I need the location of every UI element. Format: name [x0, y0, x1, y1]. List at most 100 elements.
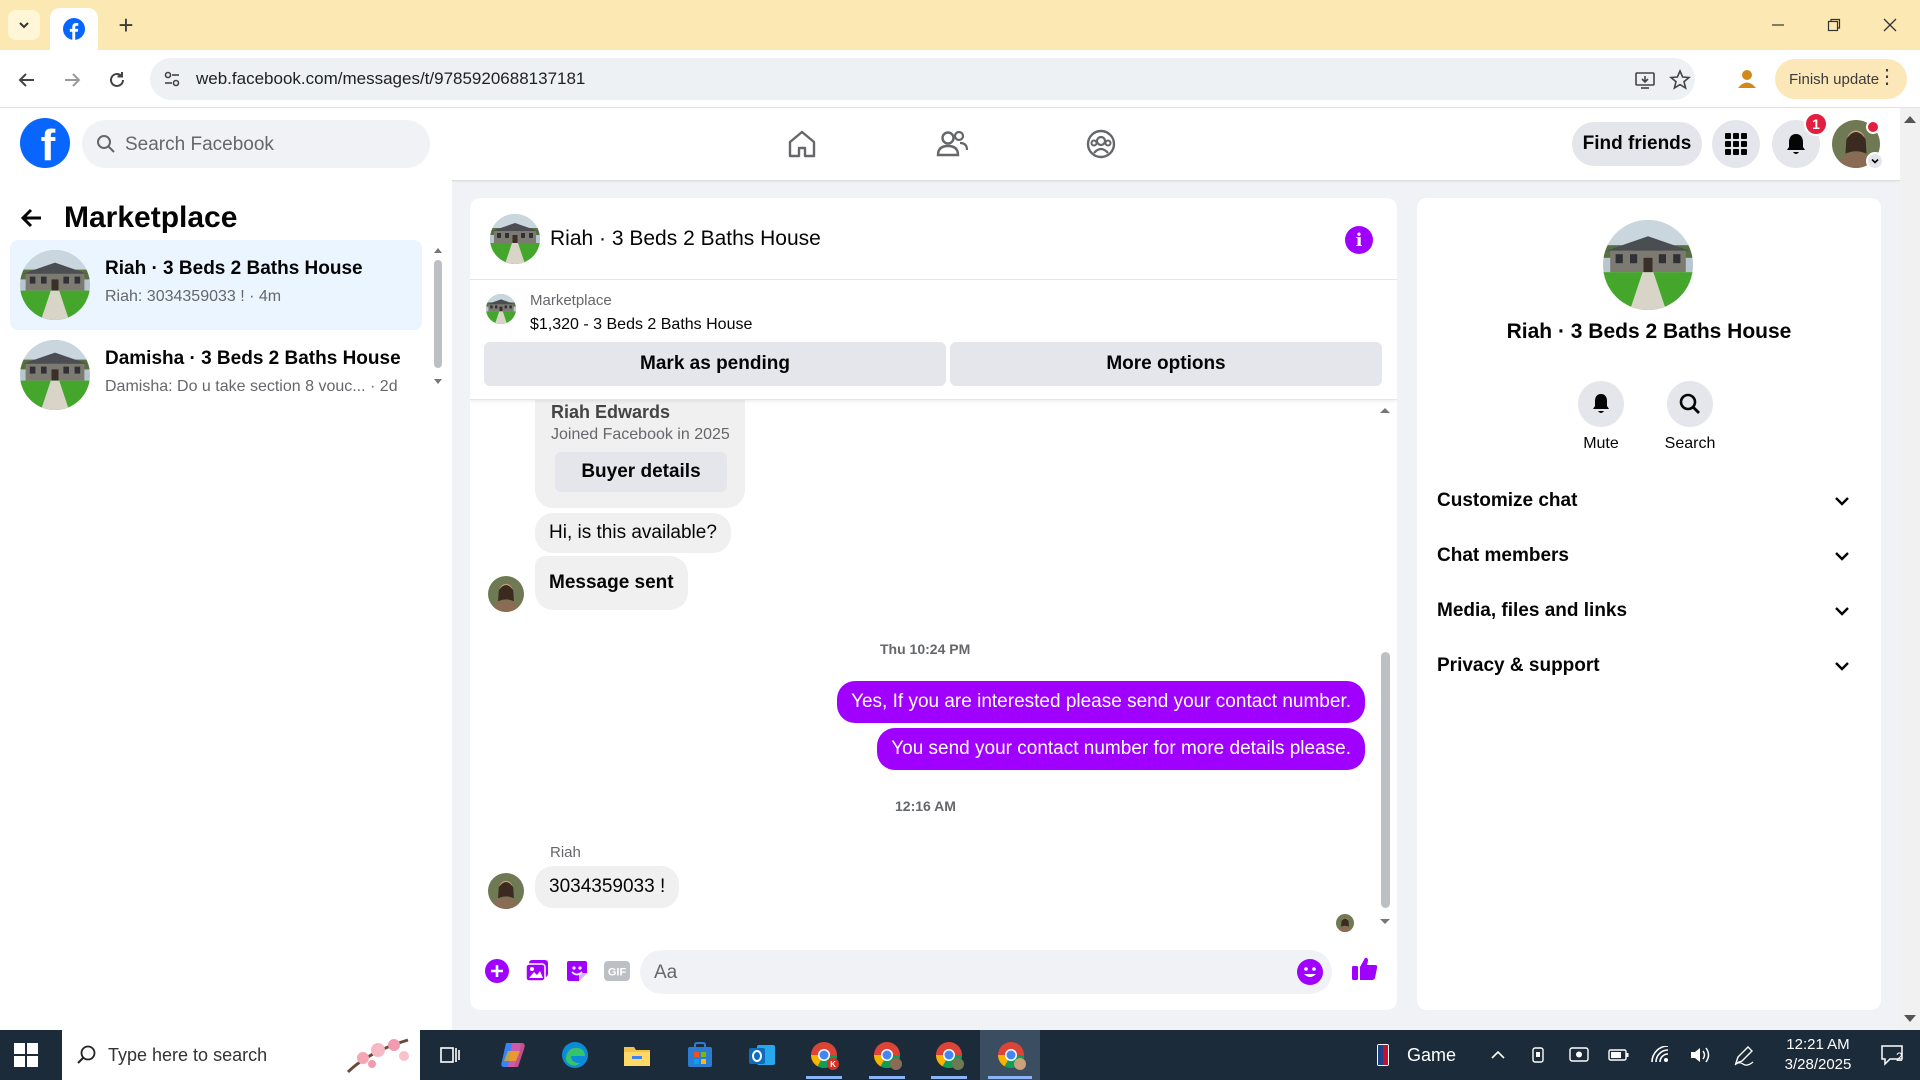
- meet-now-icon[interactable]: [1528, 1044, 1550, 1066]
- chat-members-row[interactable]: Chat members: [1437, 536, 1861, 576]
- gif-icon[interactable]: GIF: [602, 956, 632, 986]
- listing-thumbnail[interactable]: [486, 294, 516, 324]
- conversation-list-scrollbar[interactable]: [434, 246, 442, 386]
- bookmark-star-icon[interactable]: [1668, 68, 1692, 92]
- facebook-header: f Search Facebook Find friends: [0, 108, 1900, 180]
- outlook-icon[interactable]: [742, 1038, 782, 1072]
- scroll-up-icon[interactable]: [1379, 406, 1391, 414]
- info-icon[interactable]: i: [1345, 226, 1373, 254]
- customize-chat-row[interactable]: Customize chat: [1437, 481, 1861, 521]
- outgoing-message[interactable]: Yes, If you are interested please send y…: [837, 681, 1365, 723]
- chrome-profile-k-icon[interactable]: K: [804, 1038, 844, 1072]
- chat-listing-avatar[interactable]: [490, 214, 540, 264]
- back-button[interactable]: [10, 63, 44, 97]
- scroll-down-icon[interactable]: [1379, 918, 1391, 926]
- microsoft-store-icon[interactable]: [680, 1038, 720, 1072]
- back-arrow-icon[interactable]: [20, 206, 44, 230]
- listing-avatar[interactable]: [1603, 220, 1693, 310]
- chrome-profile-2-icon[interactable]: [867, 1038, 907, 1072]
- conversation-title: Damisha · 3 Beds 2 Baths House: [105, 348, 401, 369]
- sticker-icon[interactable]: [562, 956, 592, 986]
- restore-button[interactable]: [1806, 0, 1862, 50]
- incoming-message[interactable]: Message sent: [535, 556, 688, 610]
- sender-avatar[interactable]: [488, 873, 524, 909]
- tab-search-button[interactable]: [8, 10, 40, 40]
- incoming-message[interactable]: 3034359033 !: [535, 866, 680, 908]
- message-composer: GIF Aa: [470, 938, 1397, 1010]
- more-options-button[interactable]: More options: [950, 342, 1382, 386]
- windows-taskbar: Type here to search K Game 12:21 AM 3/28…: [0, 1030, 1920, 1080]
- listing-price-title[interactable]: $1,320 - 3 Beds 2 Baths House: [530, 316, 752, 334]
- address-bar[interactable]: web.facebook.com/messages/t/978592068813…: [150, 58, 1695, 100]
- edge-browser-icon[interactable]: [555, 1038, 595, 1072]
- scrollbar-thumb[interactable]: [1381, 652, 1390, 908]
- listing-thumbnail: [20, 340, 90, 410]
- finish-update-button[interactable]: Finish update ⋮: [1775, 59, 1907, 99]
- browser-tab-facebook[interactable]: [50, 8, 98, 50]
- grid-menu-icon: [1725, 133, 1747, 155]
- windows-start-button[interactable]: [14, 1043, 38, 1067]
- chat-header: Riah · 3 Beds 2 Baths House i: [470, 198, 1397, 280]
- mark-as-pending-button[interactable]: Mark as pending: [484, 342, 946, 386]
- home-nav-button[interactable]: [782, 124, 822, 164]
- search-action[interactable]: Search: [1655, 381, 1725, 453]
- mute-action[interactable]: Mute: [1566, 381, 1636, 453]
- scroll-up-icon[interactable]: [433, 246, 443, 254]
- browser-profile-icon[interactable]: [1730, 62, 1764, 96]
- file-explorer-icon[interactable]: [617, 1038, 657, 1072]
- new-tab-button[interactable]: +: [110, 10, 142, 40]
- reload-button[interactable]: [100, 63, 134, 97]
- scroll-up-icon[interactable]: [1903, 114, 1917, 124]
- chrome-active-icon[interactable]: [991, 1038, 1031, 1072]
- volume-icon[interactable]: [1689, 1044, 1711, 1066]
- game-widget-label[interactable]: Game: [1407, 1045, 1456, 1066]
- sender-avatar[interactable]: [488, 576, 524, 612]
- row-label: Privacy & support: [1437, 655, 1600, 676]
- copilot-icon[interactable]: [493, 1038, 533, 1072]
- conversation-item[interactable]: Damisha · 3 Beds 2 Baths House Damisha: …: [10, 330, 422, 420]
- photo-attach-icon[interactable]: [522, 956, 552, 986]
- conversation-item[interactable]: Riah · 3 Beds 2 Baths House Riah: 303435…: [10, 240, 422, 330]
- scroll-down-icon[interactable]: [433, 378, 443, 386]
- minimize-button[interactable]: [1750, 0, 1806, 50]
- friends-nav-button[interactable]: [932, 124, 972, 164]
- site-settings-icon[interactable]: [160, 67, 184, 91]
- taskbar-search-box[interactable]: Type here to search: [62, 1030, 420, 1080]
- chat-title[interactable]: Riah · 3 Beds 2 Baths House: [550, 227, 821, 251]
- privacy-support-row[interactable]: Privacy & support: [1437, 646, 1861, 686]
- system-clock[interactable]: 12:21 AM 3/28/2025: [1768, 1035, 1868, 1075]
- scrollbar-thumb[interactable]: [434, 260, 442, 368]
- page-scrollbar[interactable]: [1900, 108, 1920, 1030]
- show-hidden-icons-chevron[interactable]: [1487, 1044, 1509, 1066]
- media-files-links-row[interactable]: Media, files and links: [1437, 591, 1861, 631]
- facebook-logo[interactable]: f: [20, 118, 70, 168]
- chrome-profile-3-icon[interactable]: [929, 1038, 969, 1072]
- notification-center-icon[interactable]: 2: [1876, 1044, 1908, 1066]
- like-thumb-icon[interactable]: [1350, 954, 1380, 984]
- task-view-icon[interactable]: [430, 1038, 470, 1072]
- groups-nav-button[interactable]: [1081, 124, 1121, 164]
- arrow-right-icon: [65, 73, 81, 87]
- install-app-icon[interactable]: [1633, 68, 1657, 92]
- svg-text:K: K: [830, 1060, 836, 1069]
- nba-icon[interactable]: [1372, 1044, 1394, 1066]
- find-friends-button[interactable]: Find friends: [1572, 122, 1702, 166]
- chat-scrollbar[interactable]: [1378, 406, 1392, 926]
- battery-icon[interactable]: [1608, 1044, 1630, 1066]
- emoji-icon[interactable]: [1296, 958, 1324, 986]
- scroll-down-icon[interactable]: [1903, 1014, 1917, 1024]
- facebook-search-input[interactable]: Search Facebook: [82, 120, 430, 168]
- pen-menu-icon[interactable]: [1733, 1044, 1755, 1066]
- screen-capture-icon[interactable]: [1568, 1044, 1590, 1066]
- search-label: Search: [1664, 435, 1716, 452]
- menu-button[interactable]: [1712, 120, 1760, 168]
- wifi-icon[interactable]: [1649, 1044, 1671, 1066]
- buyer-details-button[interactable]: Buyer details: [555, 452, 727, 492]
- account-menu-chevron[interactable]: [1866, 152, 1884, 170]
- message-input[interactable]: Aa: [640, 950, 1332, 994]
- more-actions-icon[interactable]: [482, 956, 512, 986]
- outgoing-message[interactable]: You send your contact number for more de…: [877, 728, 1365, 770]
- forward-button[interactable]: [55, 63, 89, 97]
- incoming-message[interactable]: Hi, is this available?: [535, 513, 731, 553]
- close-window-button[interactable]: [1862, 0, 1918, 50]
